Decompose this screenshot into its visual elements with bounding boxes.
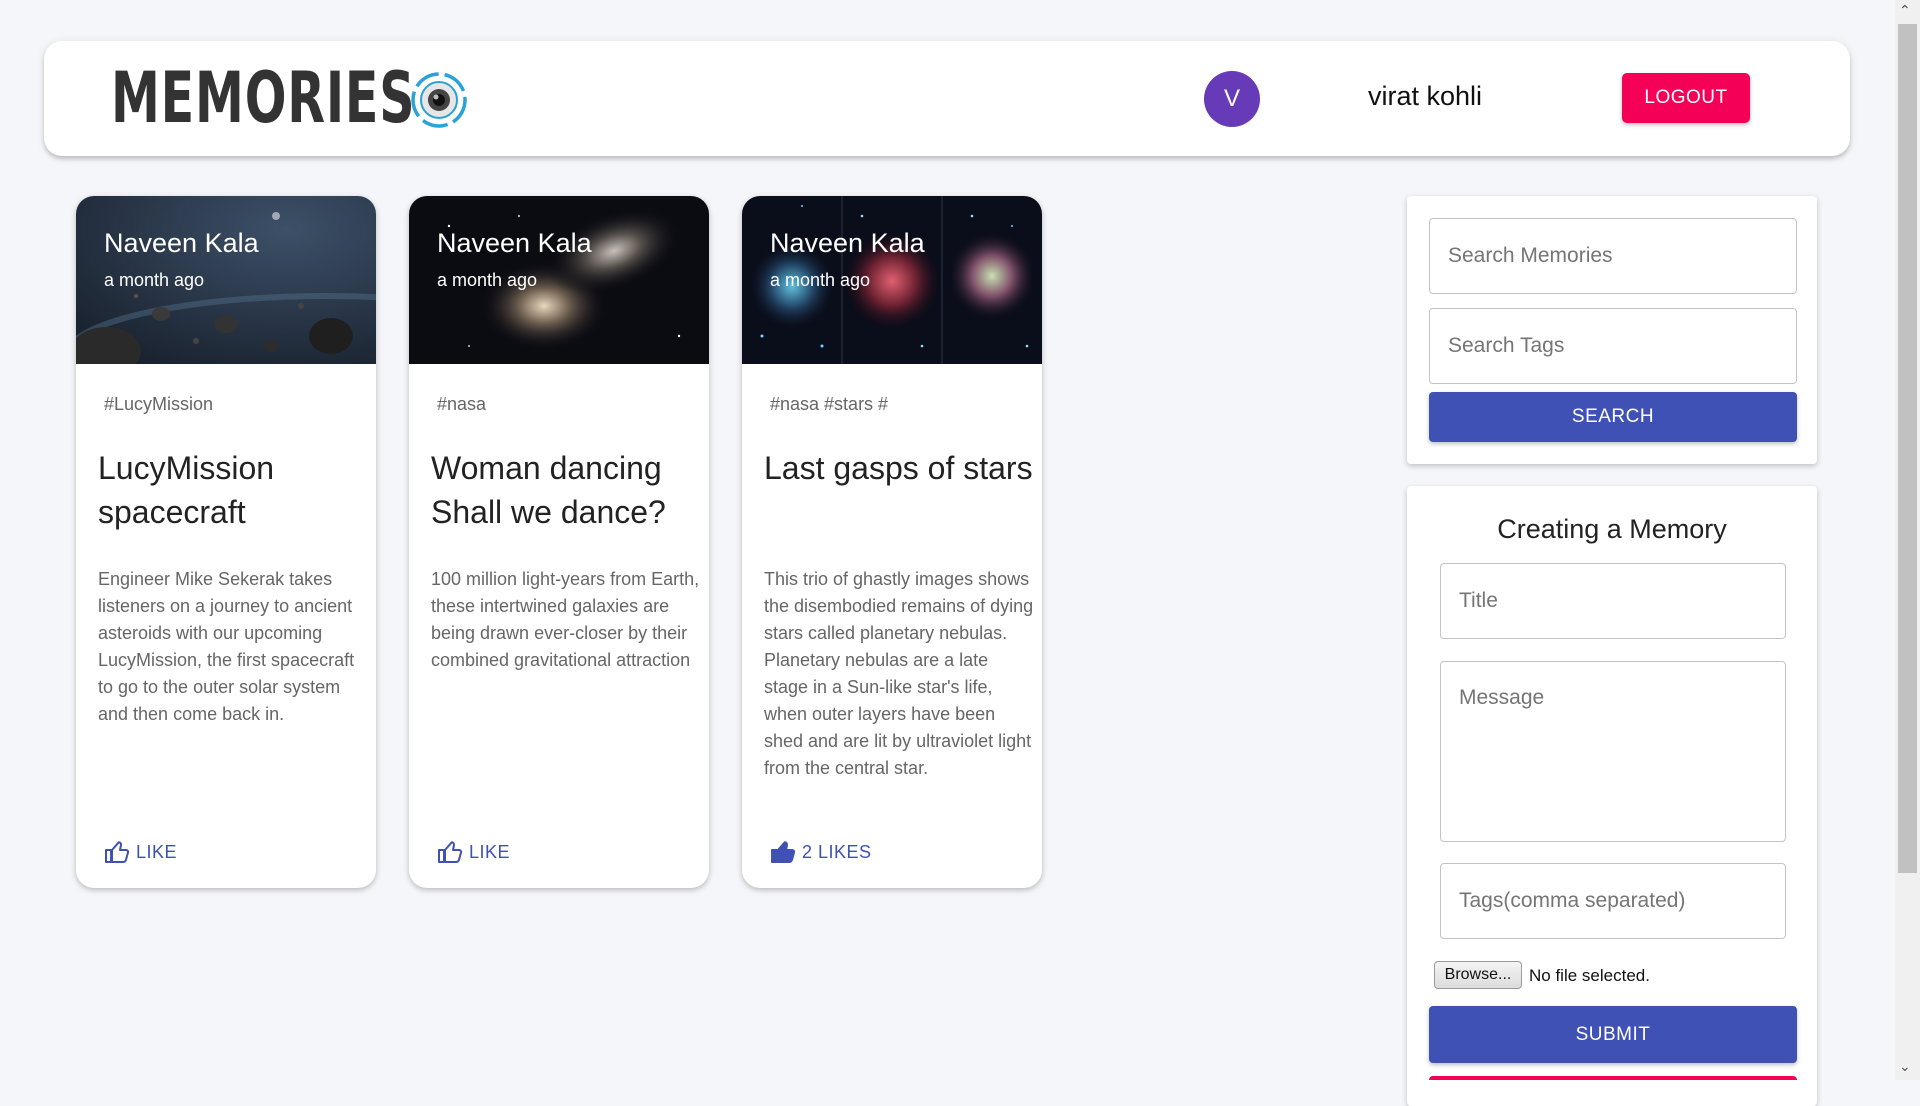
scroll-down-icon[interactable]: ⌄ (1899, 1058, 1911, 1075)
tags-input[interactable] (1440, 863, 1786, 939)
post-title: Last gasps of stars (764, 450, 1033, 486)
user-name: virat kohli (1368, 81, 1483, 111)
file-status: No file selected. (1529, 966, 1650, 985)
form-title: Creating a Memory (1497, 514, 1727, 544)
title-input[interactable] (1440, 563, 1786, 639)
post-message: Engineer Mike Sekerak takes listeners on… (98, 569, 355, 724)
post-timestamp: a month ago (104, 270, 205, 290)
app-bar: MEMORIES V virat kohli LOGOUT (44, 41, 1850, 156)
like-button[interactable]: 2 LIKES (770, 840, 872, 864)
thumb-up-icon (105, 841, 130, 863)
post-title: LucyMission spacecraft (98, 450, 275, 530)
like-label: LIKE (136, 841, 178, 862)
post-card: Naveen Kala a month ago #nasa #stars # L… (742, 196, 1042, 888)
create-memory-form: Creating a Memory Browse... No file sele… (1407, 486, 1817, 1106)
search-tags-input[interactable] (1429, 308, 1797, 384)
user-avatar[interactable]: V (1204, 71, 1260, 127)
post-tags: #nasa #stars # (770, 394, 889, 414)
search-button[interactable]: SEARCH (1429, 392, 1797, 442)
post-card: Naveen Kala a month ago #nasa Woman danc… (409, 196, 709, 888)
post-message: This trio of ghastly images shows the di… (764, 569, 1034, 778)
post-author: Naveen Kala (770, 228, 925, 258)
search-panel: SEARCH (1407, 196, 1817, 464)
thumb-up-icon (771, 841, 796, 863)
like-label: LIKE (469, 841, 511, 862)
post-author: Naveen Kala (437, 228, 592, 258)
post-author: Naveen Kala (104, 228, 259, 258)
clear-button-edge[interactable] (1429, 1076, 1797, 1080)
post-title: Woman dancing Shall we dance? (431, 450, 666, 530)
scroll-up-icon[interactable]: ⌃ (1899, 2, 1911, 19)
post-timestamp: a month ago (770, 270, 871, 290)
thumb-up-icon (438, 841, 463, 863)
search-memories-input[interactable] (1429, 218, 1797, 294)
like-label: 2 LIKES (802, 841, 872, 862)
post-card: Naveen Kala a month ago #LucyMission Luc… (76, 196, 376, 888)
post-message: 100 million light-years from Earth, thes… (431, 569, 700, 670)
logout-button[interactable]: LOGOUT (1622, 73, 1750, 123)
like-button[interactable]: LIKE (104, 840, 177, 864)
submit-button[interactable]: SUBMIT (1429, 1006, 1797, 1063)
app-logo-text[interactable]: MEMORIES (111, 63, 415, 133)
camera-lens-icon[interactable] (410, 71, 468, 129)
post-timestamp: a month ago (437, 270, 538, 290)
scrollbar-thumb[interactable] (1898, 24, 1917, 873)
browse-file-button[interactable]: Browse... (1434, 961, 1522, 989)
post-tags: #LucyMission (104, 394, 214, 414)
message-input[interactable] (1440, 661, 1786, 842)
post-tags: #nasa (437, 394, 487, 414)
like-button[interactable]: LIKE (437, 840, 510, 864)
